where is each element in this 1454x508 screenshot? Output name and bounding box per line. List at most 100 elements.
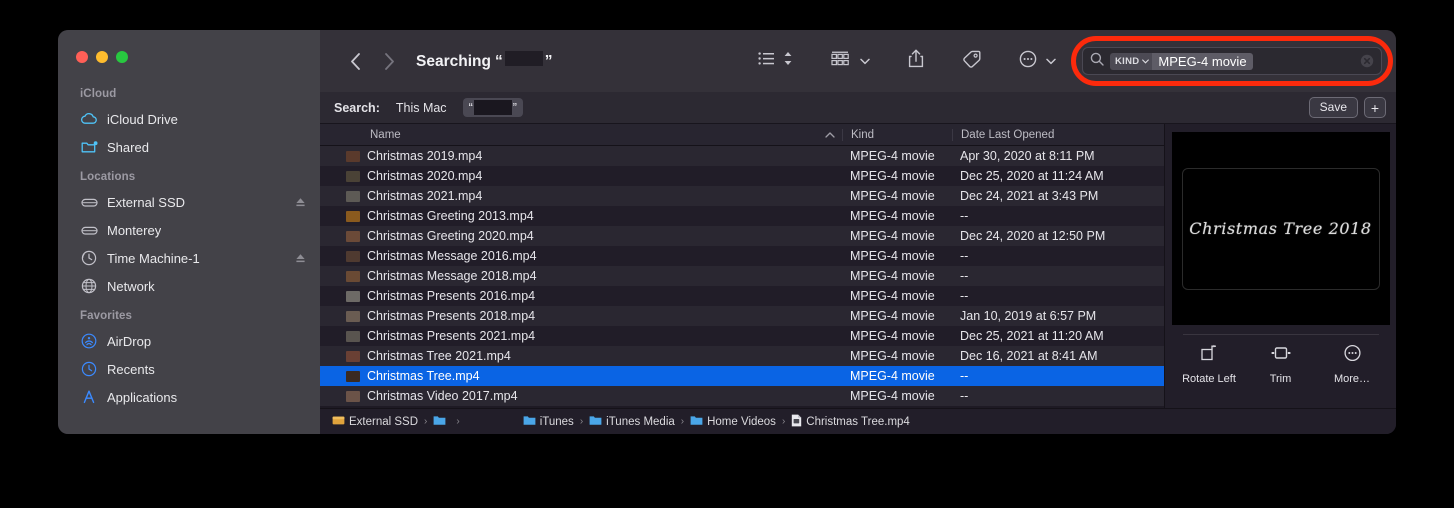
table-row[interactable]: Christmas 2020.mp4 MPEG-4 movie Dec 25, 20… xyxy=(320,166,1164,186)
breadcrumb-item[interactable]: Christmas Tree.mp4 xyxy=(791,414,910,430)
breadcrumb-separator: › xyxy=(680,416,685,427)
file-kind-cell: MPEG-4 movie xyxy=(850,269,935,283)
zoom-button[interactable] xyxy=(116,51,128,63)
sidebar-item-icloud-drive[interactable]: iCloud Drive xyxy=(58,105,320,133)
table-row[interactable]: Christmas Greeting 2020.mp4 MPEG-4 movie D… xyxy=(320,226,1164,246)
column-headers: Name Kind Date Last Opened xyxy=(320,124,1164,146)
list-view-icon xyxy=(758,52,775,70)
file-name-cell: Christmas Tree 2021.mp4 xyxy=(320,349,842,363)
table-row[interactable]: Christmas Presents 2021.mp4 MPEG-4 movie D… xyxy=(320,326,1164,346)
list-view-button[interactable] xyxy=(752,46,799,76)
table-row[interactable]: Christmas 2021.mp4 MPEG-4 movie Dec 24, 20… xyxy=(320,186,1164,206)
file-kind-cell: MPEG-4 movie xyxy=(850,249,935,263)
quick-actions: Rotate Left Trim More… xyxy=(1165,335,1396,385)
save-search-button[interactable]: Save xyxy=(1308,97,1358,118)
preview-pane: Christmas Tree 2018 Rotate Left Trim Mor… xyxy=(1164,124,1396,408)
table-row[interactable]: Christmas Presents 2016.mp4 MPEG-4 movie -… xyxy=(320,286,1164,306)
clear-search-button[interactable] xyxy=(1360,54,1374,68)
airdrop-icon xyxy=(80,332,98,350)
breadcrumb-item[interactable]: Home Videos xyxy=(690,415,776,429)
globe-icon xyxy=(80,277,98,295)
file-kind-cell: MPEG-4 movie xyxy=(850,209,935,223)
sidebar-item-shared[interactable]: Shared xyxy=(58,133,320,161)
table-row[interactable]: Christmas Video 2017.mp4 MPEG-4 movie -- xyxy=(320,386,1164,406)
file-name-cell: Christmas Greeting 2013.mp4 xyxy=(320,209,842,223)
eject-icon[interactable] xyxy=(295,253,306,264)
scope-tab-current-folder[interactable]: “ ” xyxy=(462,98,523,117)
search-token-value[interactable]: MPEG-4 movie xyxy=(1152,52,1253,70)
table-row[interactable]: Christmas Message 2018.mp4 MPEG-4 movie -- xyxy=(320,266,1164,286)
breadcrumb-item[interactable]: External SSD xyxy=(332,415,418,429)
toolbar-actions xyxy=(752,46,1062,76)
table-row[interactable]: Christmas Greeting 2013.mp4 MPEG-4 movie -… xyxy=(320,206,1164,226)
search-token-kind[interactable]: KIND xyxy=(1110,52,1153,70)
share-button[interactable] xyxy=(902,46,930,76)
sidebar-item-external-ssd[interactable]: External SSD xyxy=(58,188,320,216)
column-header-name[interactable]: Name xyxy=(320,129,842,141)
forward-button[interactable] xyxy=(372,46,406,76)
table-row[interactable]: Christmas Tree.mp4 MPEG-4 movie -- xyxy=(320,366,1164,386)
file-name-label: Christmas Greeting 2013.mp4 xyxy=(367,209,534,223)
file-name-label: Christmas Tree 2021.mp4 xyxy=(367,349,511,363)
trim-action[interactable]: Trim xyxy=(1249,344,1313,385)
minimize-button[interactable] xyxy=(96,51,108,63)
preview-thumbnail: Christmas Tree 2018 xyxy=(1171,132,1390,325)
sidebar-item-monterey[interactable]: Monterey xyxy=(58,216,320,244)
table-row[interactable]: Christmas Tree 2021.mp4 MPEG-4 movie Dec 1… xyxy=(320,346,1164,366)
file-date-cell: Dec 25, 2020 at 11:24 AM xyxy=(960,169,1104,183)
search-input[interactable]: KIND MPEG-4 movie xyxy=(1082,47,1382,75)
sidebar-item-airdrop[interactable]: AirDrop xyxy=(58,327,320,355)
sidebar-item-time-machine-1[interactable]: Time Machine-1 xyxy=(58,244,320,272)
tag-button[interactable] xyxy=(956,46,987,76)
title-redacted-term xyxy=(504,51,543,66)
folder-icon xyxy=(690,415,703,429)
close-button[interactable] xyxy=(76,51,88,63)
file-name-label: Christmas Presents 2018.mp4 xyxy=(367,309,536,323)
breadcrumb-item[interactable]: iTunes Media xyxy=(589,415,675,429)
search-field-container: KIND MPEG-4 movie xyxy=(1071,36,1393,86)
file-date-cell: Dec 24, 2020 at 12:50 PM xyxy=(960,229,1106,243)
sidebar-item-network[interactable]: Network xyxy=(58,272,320,300)
search-token[interactable]: KIND MPEG-4 movie xyxy=(1110,52,1253,70)
file-name-cell: Christmas Tree.mp4 xyxy=(320,369,842,383)
add-criteria-button[interactable]: + xyxy=(1364,97,1386,118)
breadcrumb-item[interactable] xyxy=(433,415,450,429)
back-button[interactable] xyxy=(338,46,372,76)
group-by-icon xyxy=(831,51,851,71)
file-kind-cell: MPEG-4 movie xyxy=(850,189,935,203)
table-row[interactable]: Christmas 2019.mp4 MPEG-4 movie Apr 30, 20… xyxy=(320,146,1164,166)
video-thumbnail-icon xyxy=(346,310,360,322)
more-action[interactable]: More… xyxy=(1320,344,1384,385)
group-by-button[interactable] xyxy=(825,46,876,76)
video-thumbnail-icon xyxy=(346,230,360,242)
sidebar-item-recents[interactable]: Recents xyxy=(58,355,320,383)
clock-icon xyxy=(80,360,98,378)
file-date-cell: Dec 24, 2021 at 3:43 PM xyxy=(960,189,1099,203)
scope-tab-this-mac[interactable]: This Mac xyxy=(390,99,453,117)
breadcrumb-separator: › xyxy=(781,416,786,427)
file-name-cell: Christmas Presents 2021.mp4 xyxy=(320,329,842,343)
video-thumbnail-icon xyxy=(346,370,360,382)
breadcrumb-item[interactable]: iTunes xyxy=(523,415,574,429)
finder-window: iCloud iCloud Drive Shared Locations Externa… xyxy=(58,30,1396,434)
file-name-label: Christmas Greeting 2020.mp4 xyxy=(367,229,534,243)
file-list-pane: Name Kind Date Last Opened Christmas 201… xyxy=(320,124,1164,408)
preview-video-frame: Christmas Tree 2018 xyxy=(1181,167,1380,290)
eject-icon[interactable] xyxy=(295,197,306,208)
rotate-left-action[interactable]: Rotate Left xyxy=(1177,344,1241,385)
more-actions-button[interactable] xyxy=(1013,46,1062,76)
sidebar-item-label: External SSD xyxy=(107,194,186,210)
sidebar-item-label: Recents xyxy=(107,361,155,377)
video-thumbnail-icon xyxy=(346,270,360,282)
file-date-cell: Dec 25, 2021 at 11:20 AM xyxy=(960,329,1104,343)
file-name-cell: Christmas Presents 2018.mp4 xyxy=(320,309,842,323)
file-name-cell: Christmas 2020.mp4 xyxy=(320,169,842,183)
more-circle-icon xyxy=(1343,344,1362,367)
column-header-kind[interactable]: Kind xyxy=(842,128,952,141)
table-row[interactable]: Christmas Presents 2018.mp4 MPEG-4 movie J… xyxy=(320,306,1164,326)
column-header-date[interactable]: Date Last Opened xyxy=(952,128,1164,141)
table-row[interactable]: Christmas Message 2016.mp4 MPEG-4 movie -- xyxy=(320,246,1164,266)
file-name-cell: Christmas Presents 2016.mp4 xyxy=(320,289,842,303)
sidebar-item-applications[interactable]: Applications xyxy=(58,383,320,411)
window-controls xyxy=(58,38,320,78)
